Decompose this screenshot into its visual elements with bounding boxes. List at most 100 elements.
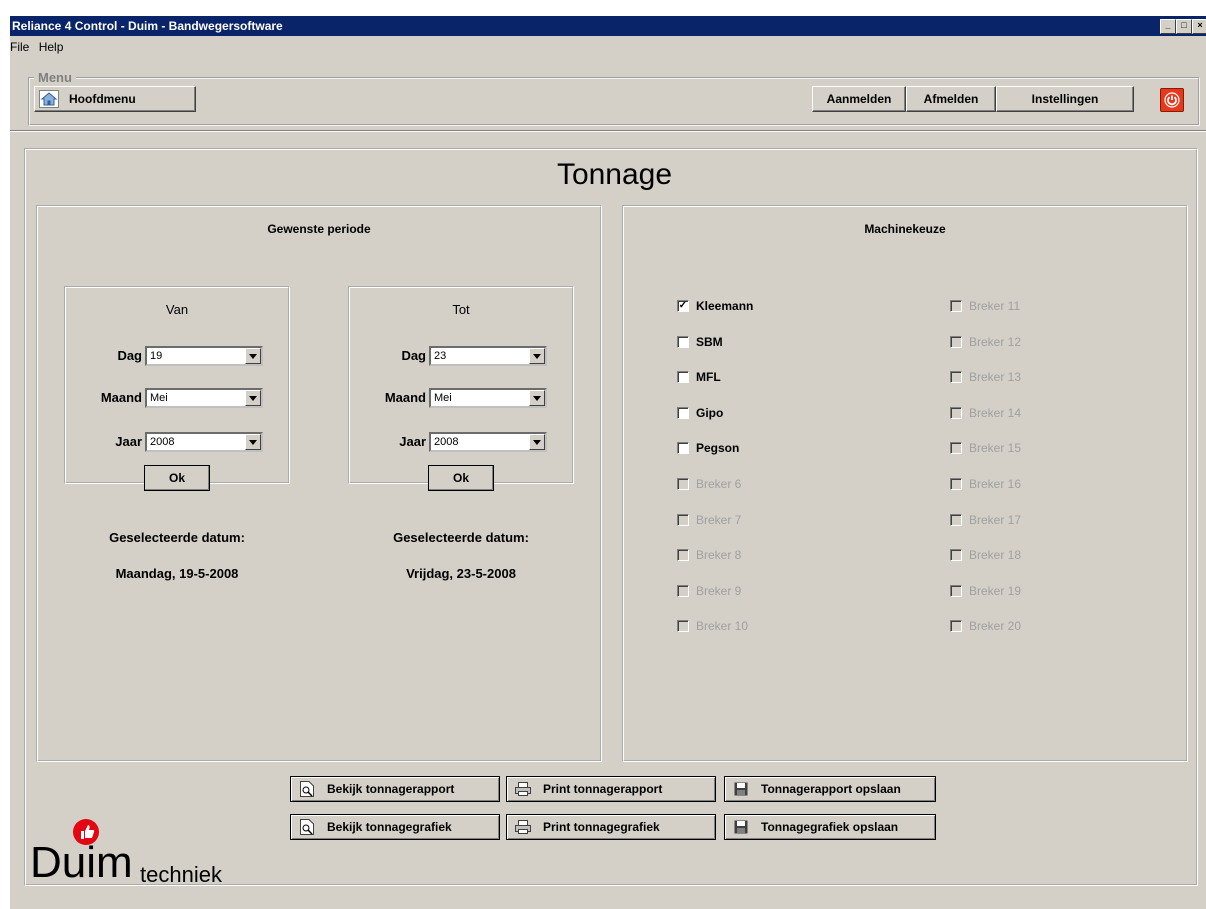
checkbox-box (950, 549, 962, 562)
from-month-value: Mei (150, 392, 168, 404)
checkbox-box (950, 478, 962, 490)
machine-checkbox-label: Gipo (696, 405, 724, 420)
floppy-disk-icon (733, 819, 749, 835)
machine-checkbox-label: Breker 19 (969, 583, 1022, 598)
menu-group-legend: Menu (38, 70, 72, 85)
logout-button[interactable]: Afmelden (906, 86, 996, 112)
machine-checkbox[interactable]: MFL (677, 370, 721, 384)
minimize-icon[interactable]: _ (1160, 19, 1176, 34)
maximize-icon[interactable]: □ (1176, 19, 1192, 34)
save-report-label: Tonnagerapport opslaan (761, 782, 901, 796)
menu-file[interactable]: File (10, 40, 29, 54)
login-button[interactable]: Aanmelden (812, 86, 906, 112)
machine-checkbox-label: MFL (696, 370, 721, 385)
chevron-down-icon[interactable] (245, 390, 261, 406)
machine-checkbox: Breker 6 (677, 477, 741, 491)
settings-button[interactable]: Instellingen (996, 86, 1134, 112)
duim-logo: Duim techniek (30, 818, 250, 888)
from-month-label: Maand (100, 390, 142, 405)
machine-checkbox: Breker 18 (950, 548, 1021, 562)
menu-help[interactable]: Help (39, 40, 64, 54)
preview-icon (299, 819, 315, 835)
to-ok-button[interactable]: Ok (428, 465, 494, 491)
to-year-value: 2008 (434, 436, 459, 448)
checkbox-box (677, 549, 689, 562)
machine-checkbox: Breker 7 (677, 513, 741, 527)
from-ok-label: Ok (168, 471, 185, 485)
printer-icon (515, 781, 531, 797)
save-report-button[interactable]: Tonnagerapport opslaan (724, 776, 936, 802)
checkbox-box (950, 513, 962, 526)
from-day-select[interactable]: 19 (145, 346, 263, 366)
machine-checkbox[interactable]: Pegson (677, 441, 739, 455)
from-month-select[interactable]: Mei (145, 388, 263, 408)
checkbox-box[interactable] (677, 406, 689, 419)
checkbox-box[interactable] (677, 442, 689, 455)
checkbox-box (950, 442, 962, 455)
checkbox-box (950, 371, 962, 384)
to-month-value: Mei (434, 392, 452, 404)
machine-checkbox-label: Kleemann (696, 299, 754, 313)
view-chart-label: Bekijk tonnagegrafiek (327, 820, 452, 834)
machine-checkbox[interactable]: ✓ Kleemann (677, 299, 753, 313)
to-year-select[interactable]: 2008 (429, 432, 547, 452)
to-selected-date: Vrijdag, 23-5-2008 (406, 566, 516, 581)
to-month-select[interactable]: Mei (429, 388, 547, 408)
machine-checkbox: Breker 8 (677, 548, 741, 562)
machine-checkbox: Breker 12 (950, 335, 1021, 349)
to-month-label: Maand (384, 390, 426, 405)
chevron-down-icon[interactable] (245, 434, 261, 450)
machine-checkbox: Breker 14 (950, 406, 1021, 420)
home-icon (39, 90, 59, 108)
chevron-down-icon[interactable] (529, 434, 545, 450)
chevron-down-icon[interactable] (529, 348, 545, 364)
close-icon[interactable]: × (1192, 19, 1206, 34)
machine-checkbox: Breker 11 (950, 299, 1020, 313)
machine-checkbox-label: Breker 13 (969, 370, 1022, 385)
machine-checkbox[interactable]: Gipo (677, 406, 723, 420)
power-button[interactable] (1160, 88, 1184, 112)
from-year-select[interactable]: 2008 (145, 432, 263, 452)
logo-brand: Duim (30, 838, 133, 887)
view-report-button[interactable]: Bekijk tonnagerapport (290, 776, 500, 802)
machine-checkbox-label: SBM (696, 334, 723, 349)
from-ok-button[interactable]: Ok (144, 465, 210, 491)
from-year-label: Jaar (115, 434, 142, 449)
checkbox-box[interactable] (677, 335, 689, 348)
separator (10, 130, 1206, 132)
from-day-value: 19 (150, 350, 163, 362)
menu-bar: File Help (10, 40, 69, 60)
to-day-label: Dag (401, 348, 426, 363)
from-day-label: Dag (117, 348, 142, 363)
to-day-select[interactable]: 23 (429, 346, 547, 366)
machine-checkbox-label: Breker 14 (969, 405, 1022, 420)
from-selected-label: Geselecteerde datum: (109, 530, 245, 545)
machine-checkbox-label: Breker 9 (696, 583, 742, 598)
preview-icon (299, 781, 315, 797)
floppy-disk-icon (733, 781, 749, 797)
home-button-label: Hoofdmenu (69, 92, 136, 106)
from-selected-date: Maandag, 19-5-2008 (115, 566, 239, 581)
machine-checkbox: Breker 16 (950, 477, 1021, 491)
checkmark-icon[interactable]: ✓ (677, 300, 689, 312)
printer-icon (515, 819, 531, 835)
home-button[interactable]: Hoofdmenu (34, 86, 196, 112)
chevron-down-icon[interactable] (529, 390, 545, 406)
chevron-down-icon[interactable] (245, 348, 261, 364)
to-day-value: 23 (434, 350, 447, 362)
print-report-button[interactable]: Print tonnagerapport (506, 776, 716, 802)
checkbox-box (950, 584, 962, 597)
print-chart-button[interactable]: Print tonnagegrafiek (506, 814, 716, 840)
checkbox-box (950, 620, 962, 633)
machine-checkbox[interactable]: SBM (677, 335, 723, 349)
page-title: Tonnage (556, 158, 673, 191)
save-chart-button[interactable]: Tonnagegrafiek opslaan (724, 814, 936, 840)
to-ok-label: Ok (452, 471, 469, 485)
machine-checkbox: Breker 15 (950, 441, 1021, 455)
checkbox-box[interactable] (677, 371, 689, 384)
machine-checkbox-label: Breker 7 (696, 512, 742, 527)
view-chart-button[interactable]: Bekijk tonnagegrafiek (290, 814, 500, 840)
title-bar[interactable]: Reliance 4 Control - Duim - Bandwegersof… (10, 16, 1206, 36)
print-chart-label: Print tonnagegrafiek (543, 820, 660, 834)
to-title: Tot (452, 302, 470, 317)
